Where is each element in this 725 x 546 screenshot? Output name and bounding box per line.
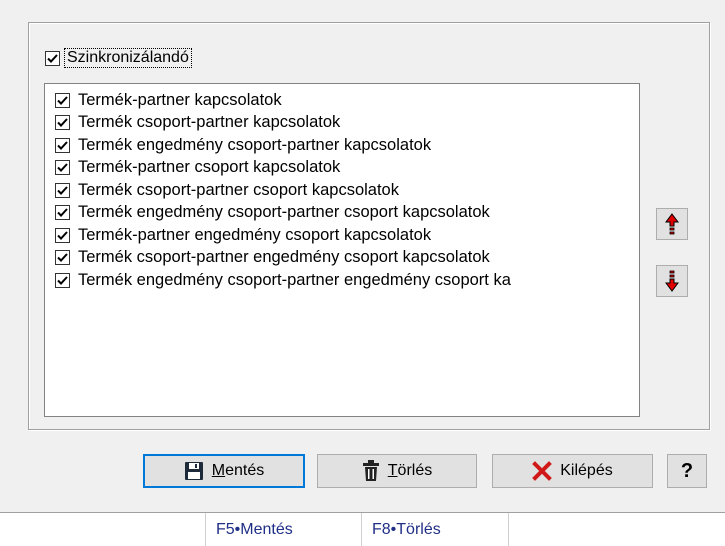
delete-button-label: örlés (397, 462, 433, 479)
list-item[interactable]: Termék-partner engedmény csoport kapcsol… (55, 224, 639, 247)
item-checkbox[interactable] (55, 227, 70, 243)
sync-checkbox-label: Szinkronizálandó (64, 48, 192, 68)
sync-checkbox[interactable] (45, 50, 60, 66)
sync-checkbox-row[interactable]: Szinkronizálandó (45, 48, 192, 68)
status-save-shortcut: F5•Mentés (216, 521, 293, 538)
list-item-label: Termék csoport-partner kapcsolatok (78, 113, 341, 132)
list-item[interactable]: Termék engedmény csoport-partner csoport… (55, 202, 639, 225)
item-checkbox[interactable] (55, 205, 70, 221)
status-bar: F5•Mentés F8•Törlés (0, 512, 725, 546)
list-item[interactable]: Termék csoport-partner csoport kapcsolat… (55, 179, 639, 202)
arrow-up-icon (665, 213, 679, 235)
item-checkbox[interactable] (55, 160, 70, 176)
list-item-label: Termék-partner csoport kapcsolatok (78, 158, 341, 177)
help-button-label: ? (680, 459, 694, 482)
list-item-label: Termék engedmény csoport-partner engedmé… (78, 270, 511, 289)
arrow-down-icon (665, 270, 679, 292)
item-checkbox[interactable] (55, 182, 70, 198)
help-button[interactable]: ? (667, 454, 707, 488)
delete-mnemonic: T (387, 462, 398, 479)
item-checkbox[interactable] (55, 272, 70, 288)
list-item[interactable]: Termék engedmény csoport-partner engedmé… (55, 269, 639, 292)
status-separator (361, 513, 362, 546)
list-item[interactable]: Termék csoport-partner engedmény csoport… (55, 247, 639, 270)
item-checkbox[interactable] (55, 115, 70, 131)
close-x-icon (532, 461, 553, 481)
list-item-label: Termék-partner engedmény csoport kapcsol… (78, 225, 432, 244)
list-item[interactable]: Termék engedmény csoport-partner kapcsol… (55, 134, 639, 157)
save-button[interactable]: Mentés (143, 454, 305, 488)
list-item[interactable]: Termék csoport-partner kapcsolatok (55, 112, 639, 135)
save-mnemonic: M (211, 462, 226, 479)
move-down-button[interactable] (656, 265, 688, 297)
list-item-label: Termék-partner kapcsolatok (78, 90, 282, 109)
floppy-disk-icon (184, 461, 204, 481)
trash-icon (362, 460, 380, 482)
list-item-label: Termék csoport-partner engedmény csoport… (78, 248, 490, 267)
list-item-label: Termék csoport-partner csoport kapcsolat… (78, 180, 399, 199)
list-item-label: Termék engedmény csoport-partner kapcsol… (78, 135, 432, 154)
exit-button-label: Kilépés (560, 462, 613, 479)
item-checkbox[interactable] (55, 137, 70, 153)
list-item[interactable]: Termék-partner kapcsolatok (55, 89, 639, 112)
list-item-label: Termék engedmény csoport-partner csoport… (78, 203, 490, 222)
status-separator (508, 513, 509, 546)
item-checkbox[interactable] (55, 250, 70, 266)
sync-items-list[interactable]: Termék-partner kapcsolatok Termék csopor… (44, 83, 640, 417)
save-button-label: entés (225, 462, 265, 479)
status-separator (205, 513, 206, 546)
item-checkbox[interactable] (55, 92, 70, 108)
delete-button[interactable]: Törlés (317, 454, 477, 488)
exit-button[interactable]: Kilépés (492, 454, 653, 488)
move-up-button[interactable] (656, 208, 688, 240)
list-item[interactable]: Termék-partner csoport kapcsolatok (55, 157, 639, 180)
status-delete-shortcut: F8•Törlés (372, 521, 441, 538)
